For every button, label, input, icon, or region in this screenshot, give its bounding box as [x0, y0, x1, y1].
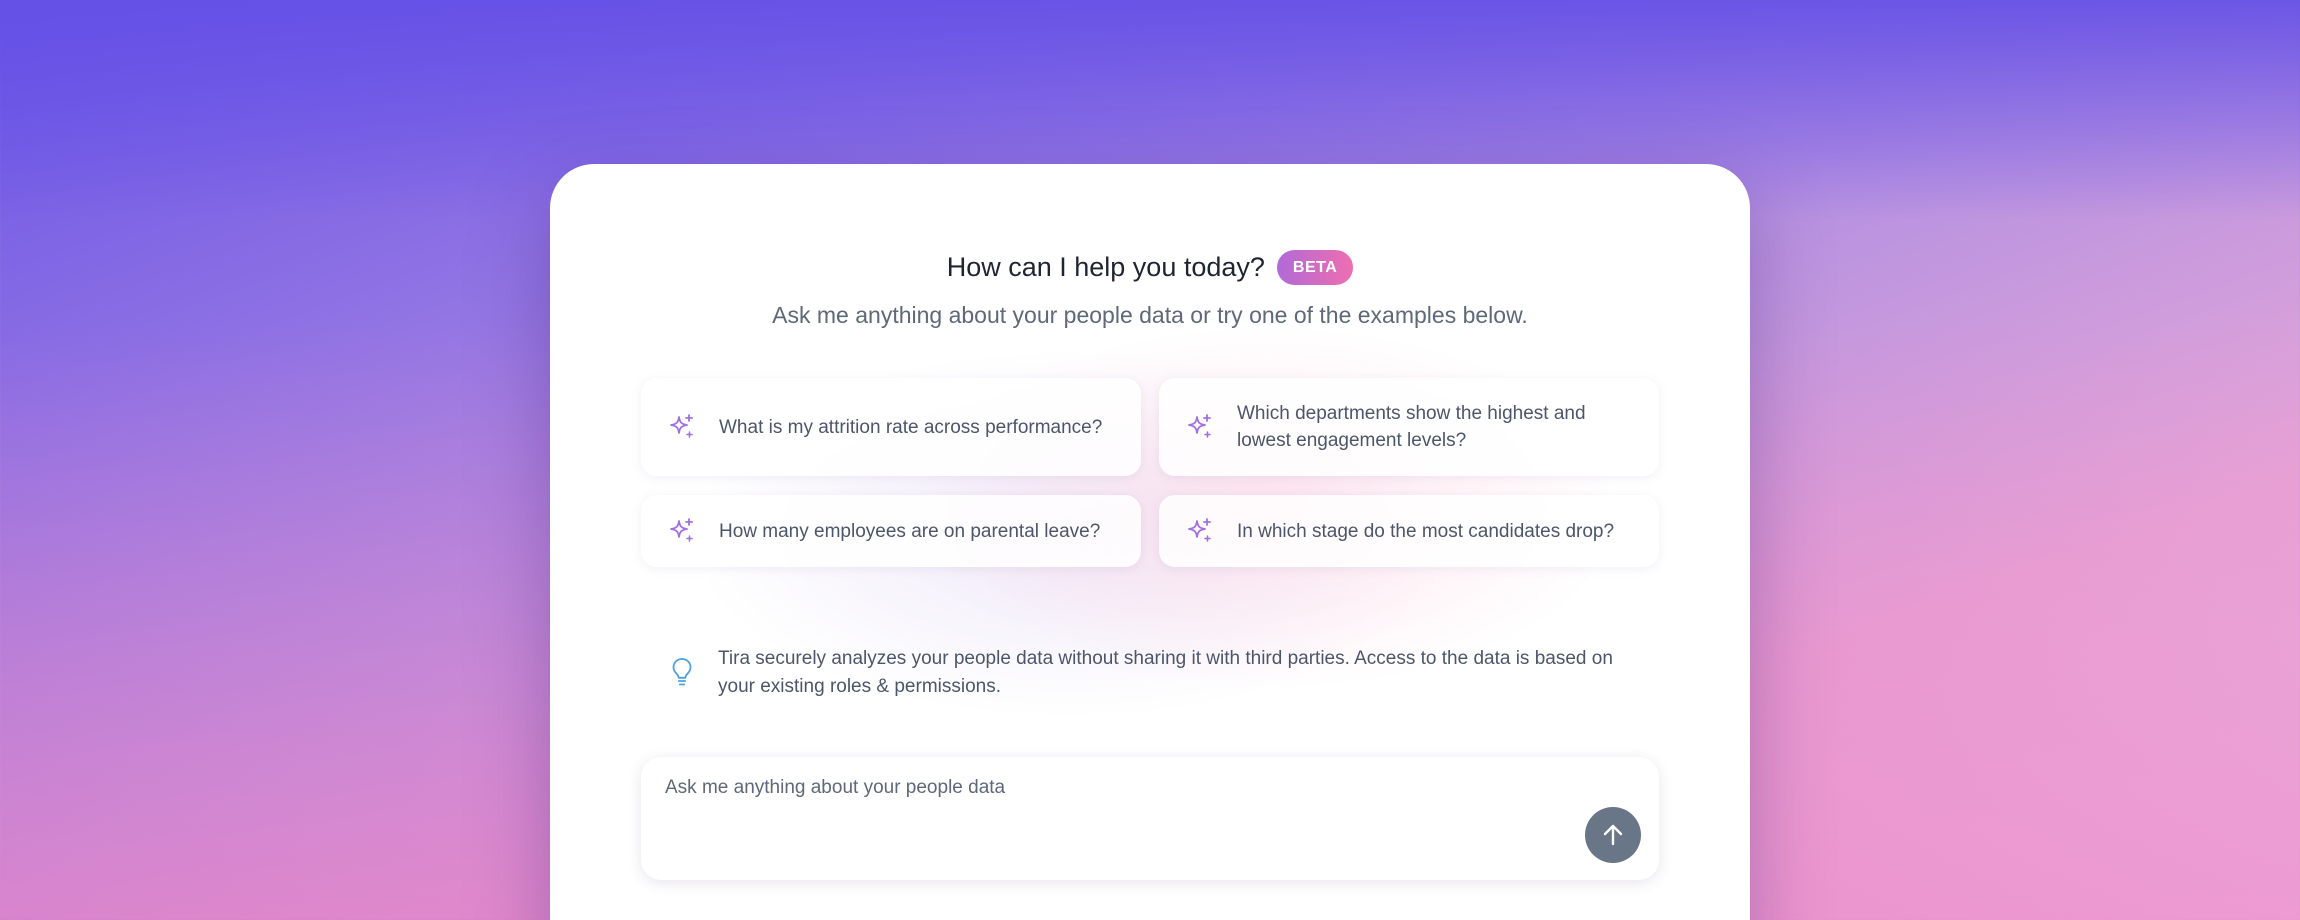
- sparkle-icon: [670, 414, 693, 438]
- suggestion-parental-leave[interactable]: How many employees are on parental leave…: [641, 495, 1141, 567]
- page-subtitle: Ask me anything about your people data o…: [772, 302, 1528, 328]
- arrow-up-icon: [1603, 824, 1623, 846]
- suggestion-attrition[interactable]: What is my attrition rate across perform…: [641, 378, 1141, 476]
- privacy-notice-text: Tira securely analyzes your people data …: [718, 648, 1613, 697]
- chat-input[interactable]: [665, 777, 1569, 799]
- sparkle-icon: [1188, 518, 1211, 542]
- lightbulb-icon: [672, 658, 692, 686]
- suggestion-label: In which stage do the most candidates dr…: [1237, 520, 1615, 542]
- sparkle-icon: [1188, 414, 1211, 438]
- privacy-notice: Tira securely analyzes your people data …: [641, 634, 1659, 714]
- header: How can I help you today? BETA: [550, 250, 1750, 285]
- chat-composer: [641, 757, 1659, 880]
- send-button[interactable]: [1585, 807, 1641, 863]
- suggestion-label: What is my attrition rate across perform…: [719, 416, 1103, 438]
- beta-badge: BETA: [1276, 250, 1354, 285]
- suggestion-label: Which departments show the highest and l…: [1237, 403, 1586, 451]
- suggestion-label: How many employees are on parental leave…: [719, 520, 1101, 542]
- suggestion-candidate-drop[interactable]: In which stage do the most candidates dr…: [1159, 495, 1659, 567]
- sparkle-icon: [670, 518, 693, 542]
- assistant-panel: How can I help you today? BETA Ask me an…: [550, 164, 1750, 920]
- suggestion-engagement[interactable]: Which departments show the highest and l…: [1159, 378, 1659, 476]
- page-title: How can I help you today?: [946, 252, 1265, 282]
